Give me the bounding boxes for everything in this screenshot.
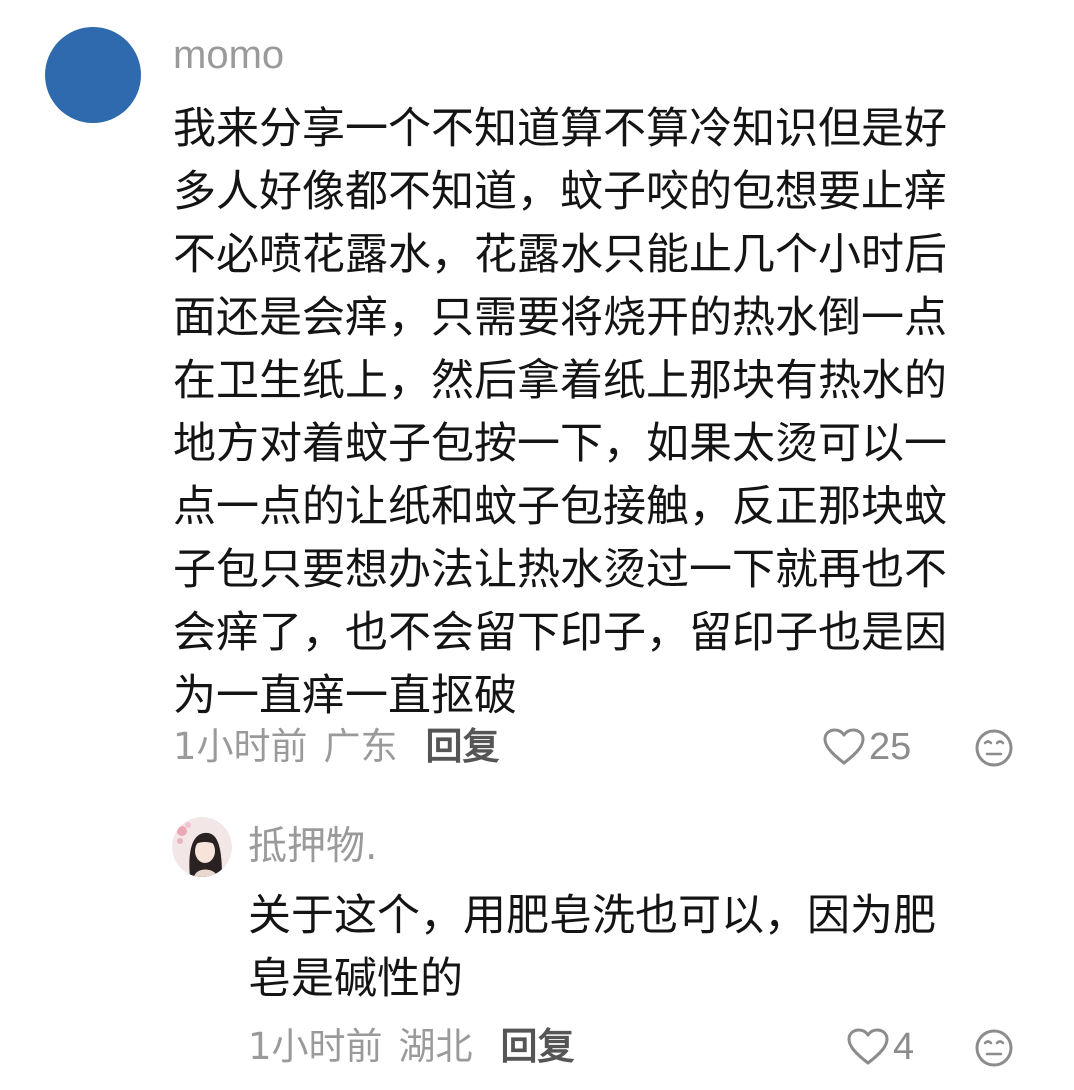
neutral-face-icon[interactable] xyxy=(974,1028,1014,1068)
avatar-momo[interactable] xyxy=(45,27,141,123)
reply-button[interactable]: 回复 xyxy=(501,1025,575,1068)
reply-location: 湖北 xyxy=(398,1025,473,1068)
like-count: 4 xyxy=(893,1026,915,1068)
avatar-reply-user[interactable] xyxy=(172,817,232,877)
like-count: 25 xyxy=(869,726,912,768)
comment-line: 会痒了，也不会留下印子，留印子也是因 xyxy=(173,608,947,658)
comment-username[interactable]: momo xyxy=(173,30,284,80)
like-button[interactable]: 4 xyxy=(847,1022,914,1072)
reply-button[interactable]: 回复 xyxy=(426,725,500,768)
reply-meta: 1小时前 湖北 回复 xyxy=(248,1022,575,1072)
comment-line: 为一直痒一直抠破 xyxy=(173,671,517,721)
neutral-face-icon[interactable] xyxy=(974,728,1014,768)
comment-meta: 1小时前 广东 回复 xyxy=(173,722,500,772)
like-button[interactable]: 25 xyxy=(823,722,911,772)
comment-line: 多人好像都不知道，蚊子咬的包想要止痒 xyxy=(173,167,947,217)
comment-line: 地方对着蚊子包按一下，如果太烫可以一 xyxy=(173,419,947,469)
comment-line: 我来分享一个不知道算不算冷知识但是好 xyxy=(173,104,947,154)
comment-line: 在卫生纸上，然后拿着纸上那块有热水的 xyxy=(173,356,947,406)
comment-line: 面还是会痒，只需要将烧开的热水倒一点 xyxy=(173,293,947,343)
comment-time: 1小时前 xyxy=(173,725,308,768)
reply-line: 皂是碱性的 xyxy=(248,954,463,1004)
reply-line: 关于这个，用肥皂洗也可以，因为肥 xyxy=(248,891,936,941)
heart-outline-icon xyxy=(847,1028,889,1065)
comment-line: 子包只要想办法让热水烫过一下就再也不 xyxy=(173,545,947,595)
reply-username[interactable]: 抵押物. xyxy=(248,822,377,872)
reply-time: 1小时前 xyxy=(248,1025,383,1068)
comment-line: 点一点的让纸和蚊子包接触，反正那块蚊 xyxy=(173,482,947,532)
comment-text: 我来分享一个不知道算不算冷知识但是好 多人好像都不知道，蚊子咬的包想要止痒 不必… xyxy=(173,98,1033,728)
comment-line: 不必喷花露水，花露水只能止几个小时后 xyxy=(173,230,947,280)
heart-outline-icon xyxy=(823,728,865,765)
reply-text: 关于这个，用肥皂洗也可以，因为肥 皂是碱性的 xyxy=(248,885,1028,1011)
comment-location: 广东 xyxy=(323,725,398,768)
